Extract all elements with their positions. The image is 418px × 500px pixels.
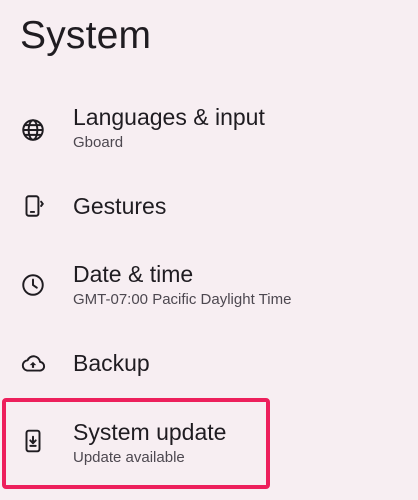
system-update-item[interactable]: System update Update available [0, 408, 418, 476]
date-and-time-sublabel: GMT-07:00 Pacific Daylight Time [73, 291, 292, 308]
gestures-icon [20, 193, 46, 219]
system-update-sublabel: Update available [73, 449, 185, 466]
date-and-time-item[interactable]: Date & time GMT-07:00 Pacific Daylight T… [0, 252, 418, 320]
system-update-icon [20, 428, 46, 454]
clock-icon [20, 272, 46, 298]
languages-and-input-label: Languages & input [73, 104, 265, 130]
settings-list: Languages & input Gboard Gestures Date &… [0, 0, 418, 500]
backup-item[interactable]: Backup [0, 336, 418, 392]
date-and-time-label: Date & time [73, 261, 194, 287]
cloud-upload-icon [20, 350, 46, 376]
gestures-item[interactable]: Gestures [0, 180, 418, 236]
backup-label: Backup [73, 350, 150, 376]
globe-icon [20, 117, 46, 143]
system-update-label: System update [73, 419, 227, 445]
languages-and-input-sublabel: Gboard [73, 134, 124, 151]
gestures-label: Gestures [73, 193, 167, 219]
languages-and-input-item[interactable]: Languages & input Gboard [0, 95, 418, 163]
